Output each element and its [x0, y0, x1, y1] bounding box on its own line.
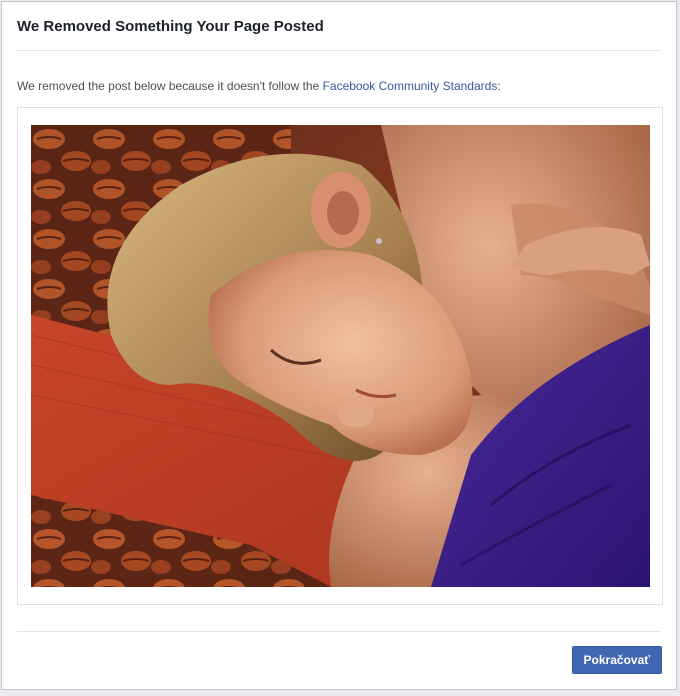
- removed-post-frame: [17, 107, 663, 605]
- community-standards-link[interactable]: Facebook Community Standards: [323, 79, 498, 93]
- continue-button[interactable]: Pokračovať: [571, 646, 662, 674]
- dialog-title: We Removed Something Your Page Posted: [17, 18, 324, 35]
- removal-message: We removed the post below because it doe…: [17, 78, 501, 94]
- removed-post-dialog: We Removed Something Your Page Posted We…: [1, 1, 677, 690]
- removed-post-photo: [31, 125, 650, 587]
- header-divider: [17, 50, 661, 51]
- message-text: We removed the post below because it doe…: [17, 79, 323, 93]
- footer-divider: [17, 631, 661, 632]
- message-suffix: :: [497, 79, 501, 93]
